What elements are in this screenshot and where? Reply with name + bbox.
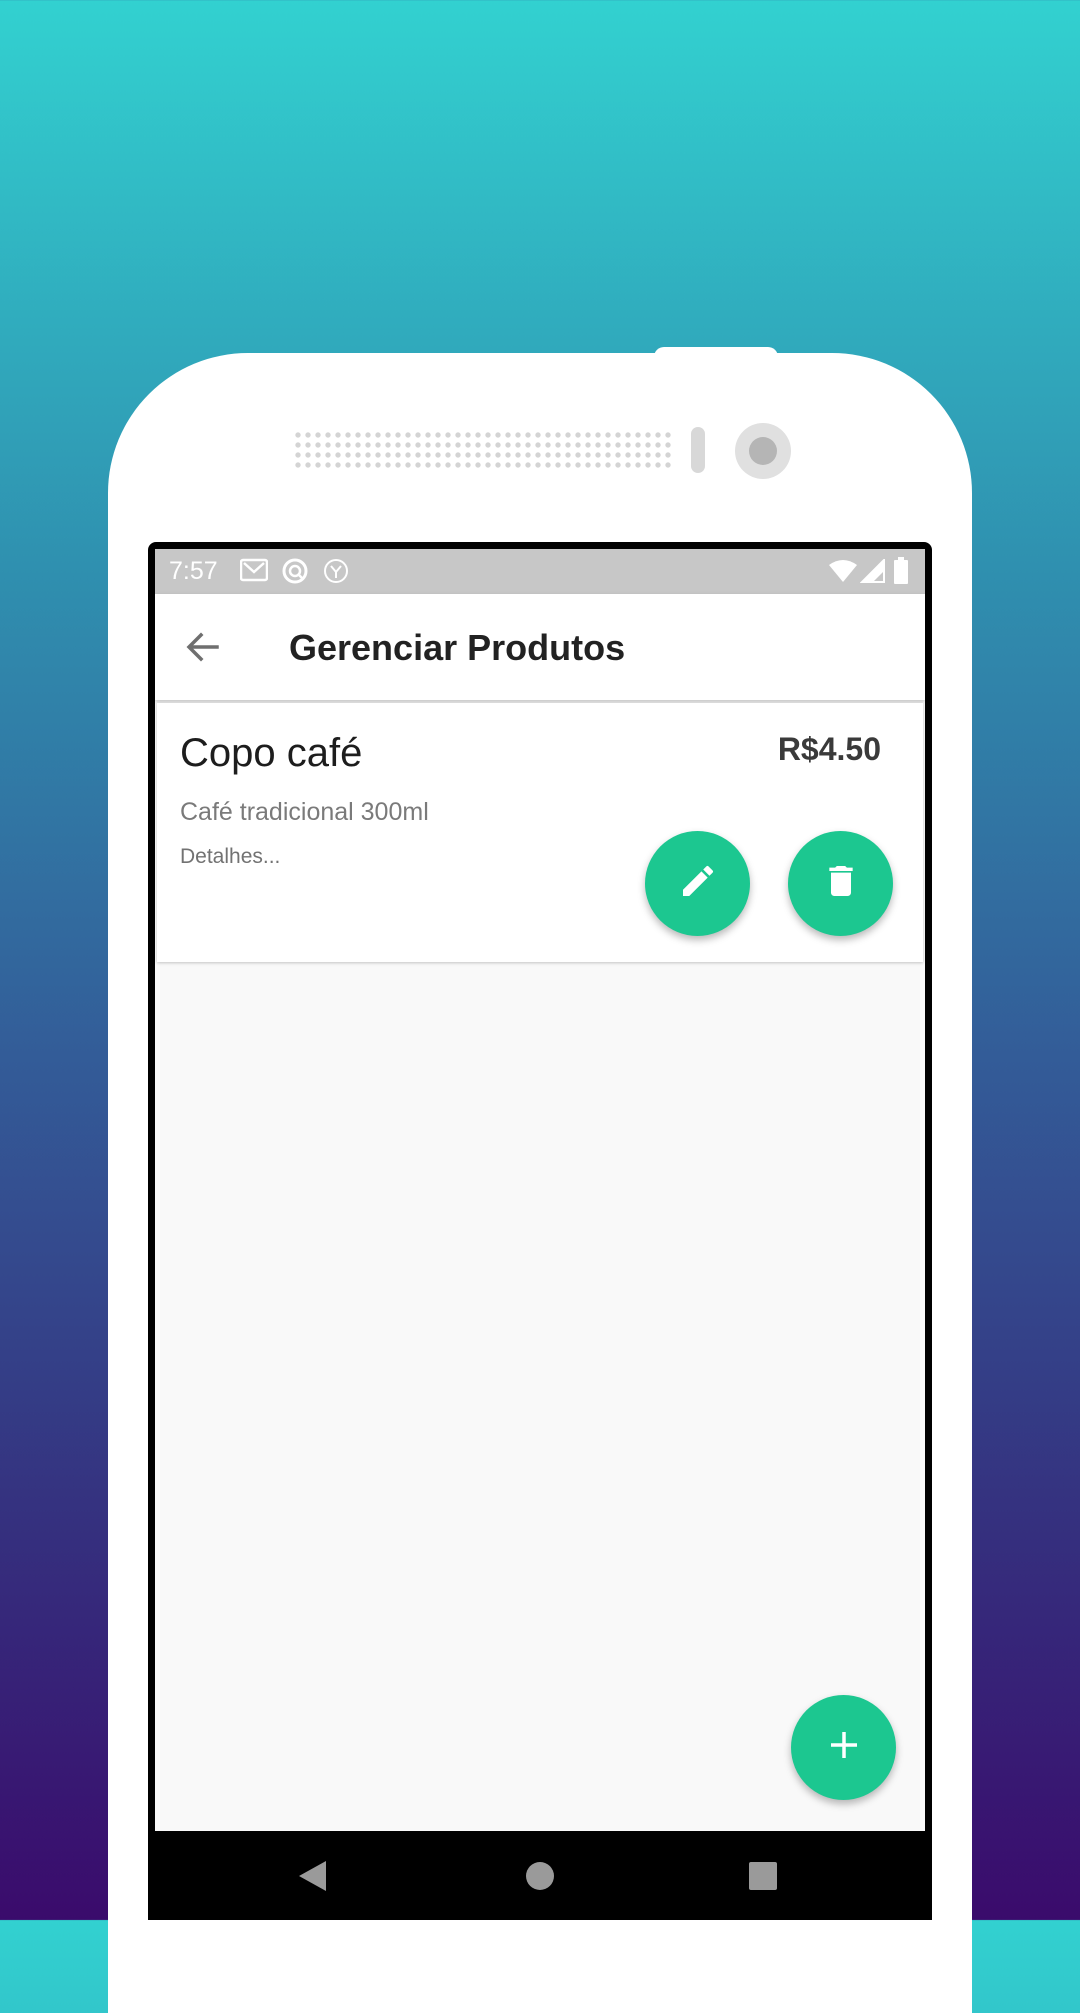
plus-icon bbox=[827, 1728, 861, 1767]
battery-icon bbox=[893, 557, 909, 590]
signal-icon bbox=[859, 557, 886, 588]
phone-sensor bbox=[691, 427, 705, 473]
details-link[interactable]: Detalhes... bbox=[180, 845, 280, 869]
sync-icon bbox=[281, 558, 309, 591]
gmail-icon bbox=[239, 558, 269, 587]
edit-button[interactable] bbox=[645, 831, 750, 936]
phone-speaker-grille bbox=[293, 430, 673, 470]
pencil-icon bbox=[678, 861, 718, 906]
product-price: R$4.50 bbox=[777, 731, 881, 767]
phone-front-camera bbox=[735, 423, 791, 479]
status-time: 7:57 bbox=[169, 557, 218, 585]
recents-square-icon[interactable] bbox=[748, 1861, 778, 1896]
app-bar: Gerenciar Produtos bbox=[155, 594, 925, 700]
system-nav-bar bbox=[155, 1831, 925, 1920]
app-screen: 7:57 Gerenciar Produtos Copo café R$4.50… bbox=[155, 549, 925, 1831]
status-bar: 7:57 bbox=[155, 549, 925, 594]
app-icon bbox=[323, 558, 349, 589]
arrow-left-icon[interactable] bbox=[183, 627, 223, 667]
delete-button[interactable] bbox=[788, 831, 893, 936]
product-name: Copo café bbox=[180, 731, 363, 775]
product-card[interactable]: Copo café R$4.50 Café tradicional 300ml … bbox=[157, 703, 923, 962]
back-triangle-icon[interactable] bbox=[297, 1860, 327, 1897]
page-title: Gerenciar Produtos bbox=[289, 627, 626, 668]
wifi-icon bbox=[828, 559, 858, 588]
home-circle-icon[interactable] bbox=[525, 1861, 555, 1896]
product-description: Café tradicional 300ml bbox=[180, 798, 429, 826]
phone-power-tab bbox=[654, 347, 778, 361]
trash-icon bbox=[821, 861, 861, 906]
add-product-button[interactable] bbox=[791, 1695, 896, 1800]
